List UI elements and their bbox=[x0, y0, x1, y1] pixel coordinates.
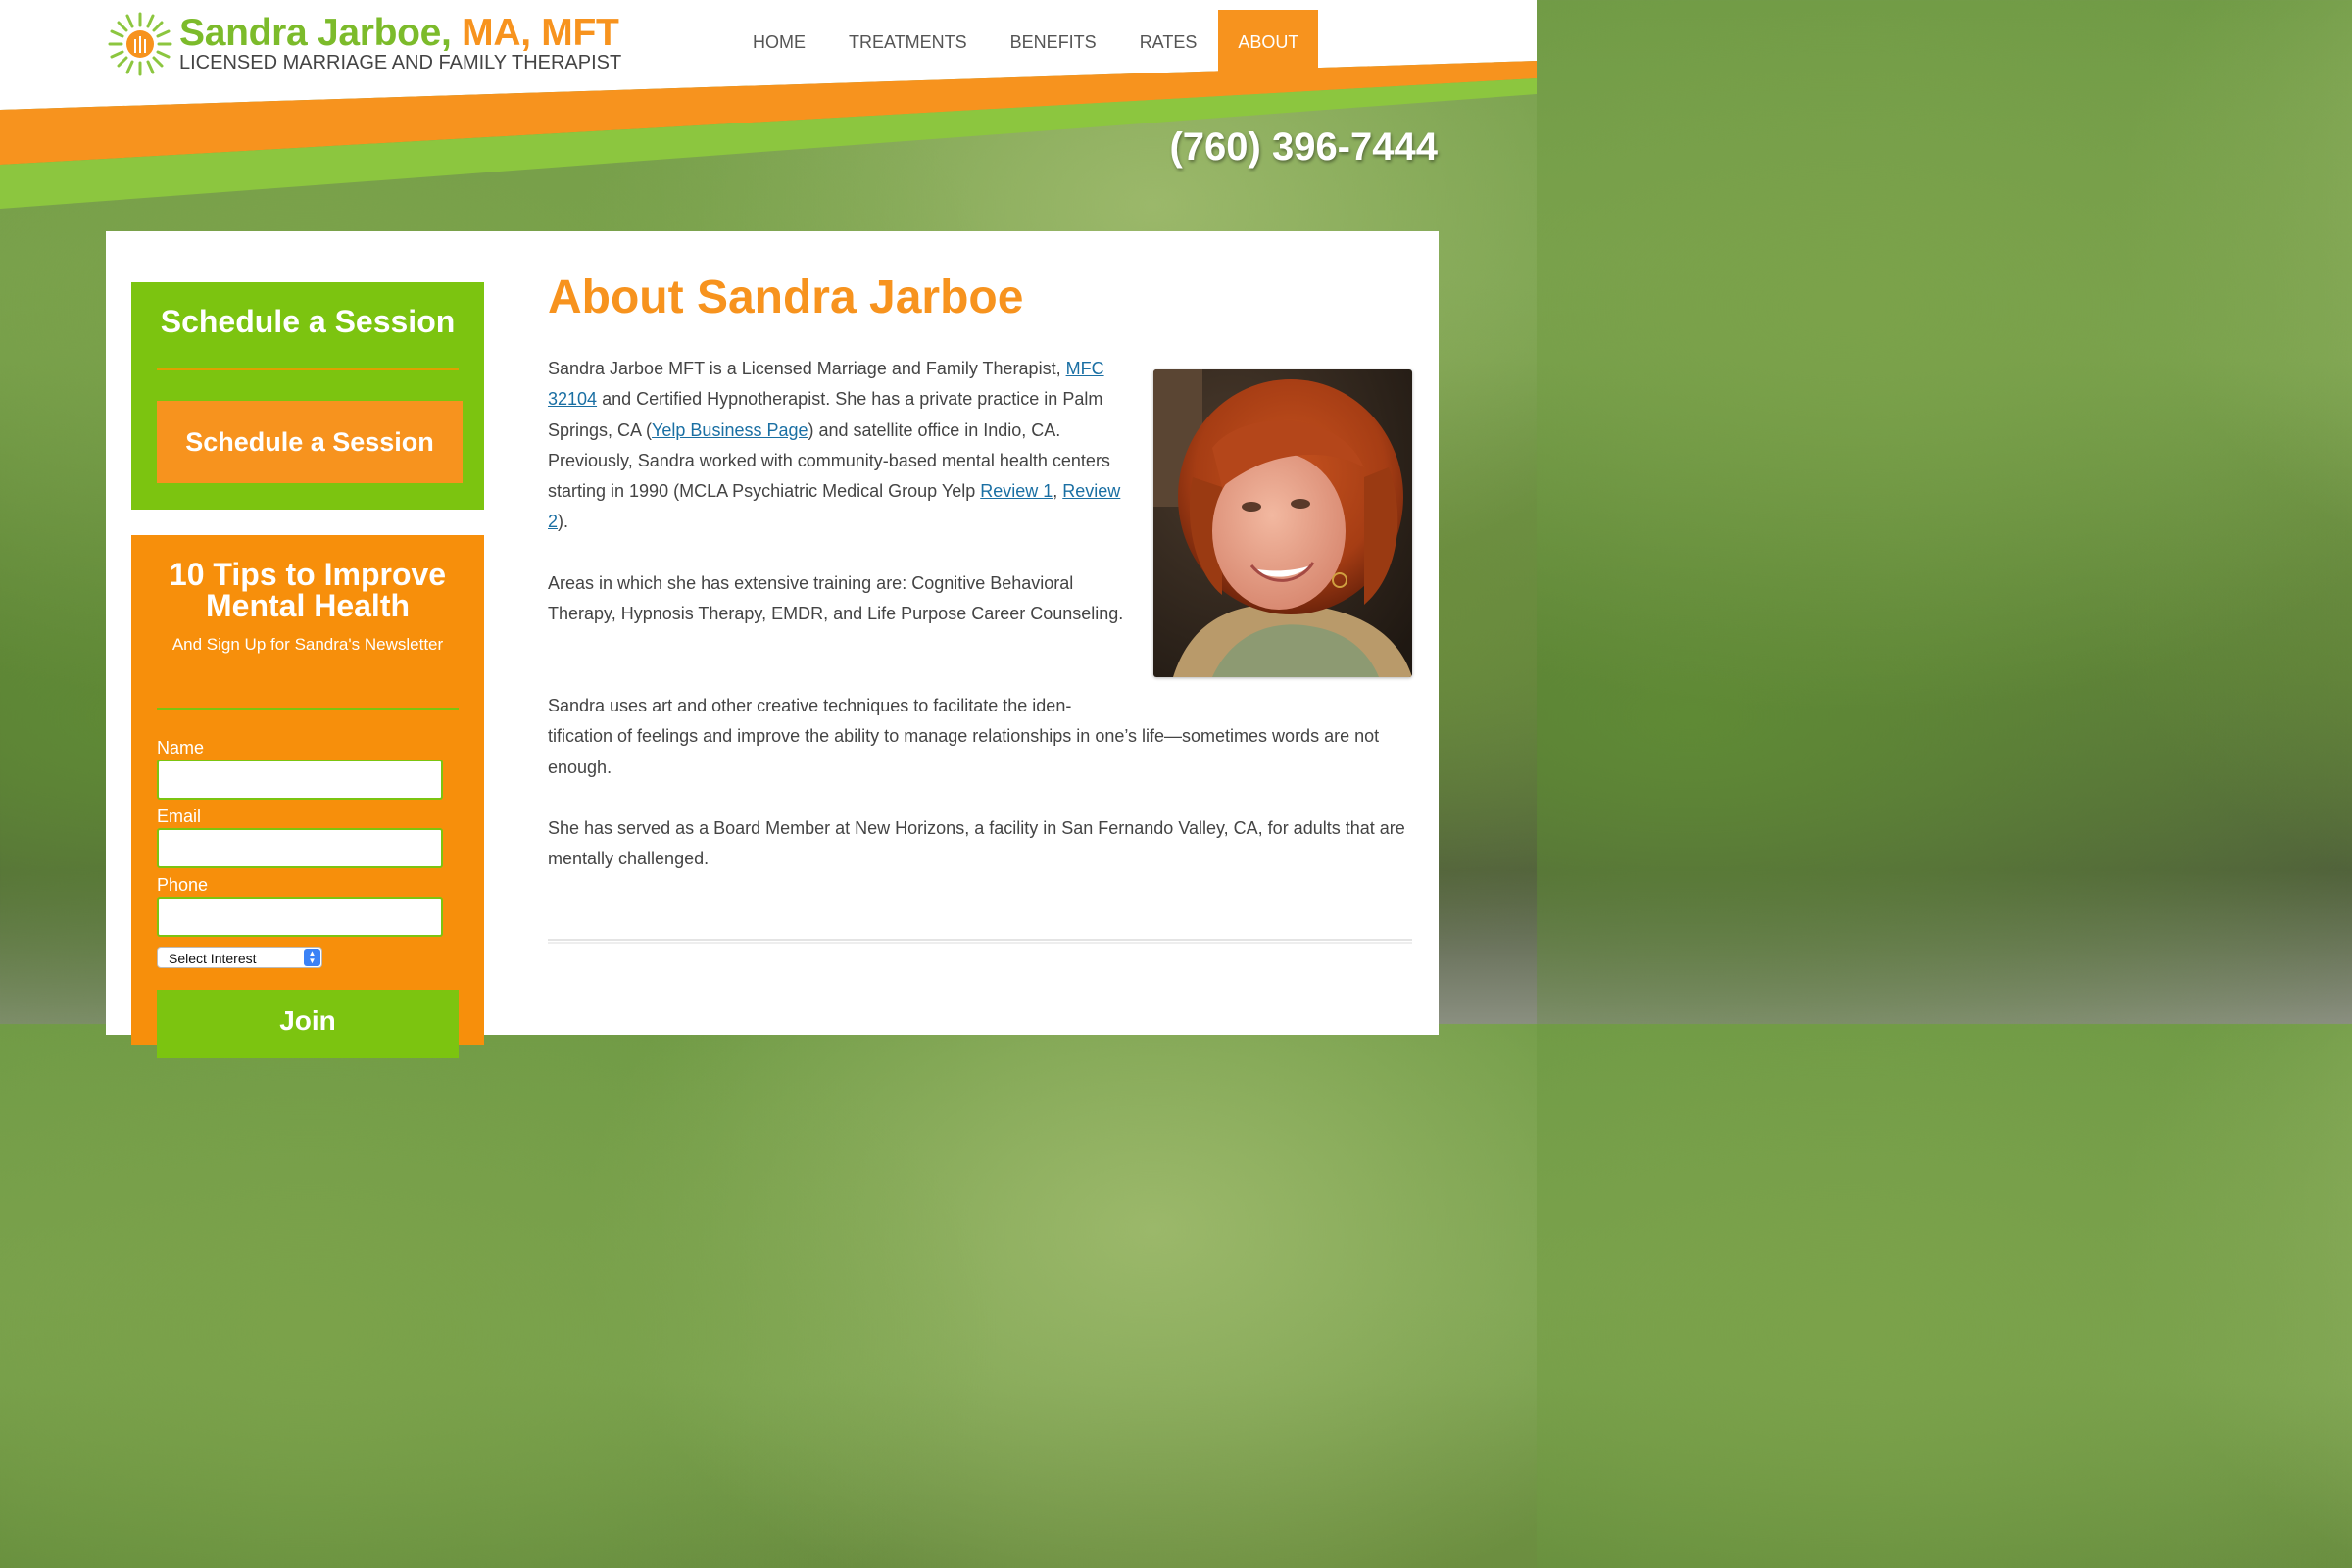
newsletter-title-line2: Mental Health bbox=[205, 588, 411, 623]
intro-text-5: ). bbox=[558, 512, 569, 532]
newsletter-widget: 10 Tips to Improve Mental Health And Sig… bbox=[131, 535, 484, 1058]
main-nav: HOME TREATMENTS BENEFITS RATES ABOUT bbox=[731, 10, 1319, 74]
art-paragraph: Sandra uses art and other creative techn… bbox=[548, 691, 1412, 783]
schedule-session-button[interactable]: Schedule a Session bbox=[157, 401, 463, 483]
logo-name: Sandra Jarboe, MA, MFT bbox=[179, 12, 619, 54]
content-card: Schedule a Session Schedule a Session 10… bbox=[106, 231, 1439, 1058]
newsletter-title: 10 Tips to Improve Mental Health bbox=[131, 559, 484, 621]
nav-treatments[interactable]: TREATMENTS bbox=[827, 10, 989, 74]
review-1-link[interactable]: Review 1 bbox=[980, 481, 1053, 501]
schedule-title: Schedule a Session bbox=[160, 304, 456, 339]
nav-benefits[interactable]: BENEFITS bbox=[989, 10, 1118, 74]
training-paragraph: Areas in which she has extensive trainin… bbox=[548, 573, 1124, 624]
nav-about[interactable]: ABOUT bbox=[1218, 10, 1319, 74]
sun-logo-icon bbox=[108, 12, 172, 76]
divider bbox=[157, 708, 459, 710]
intro-text-4: , bbox=[1053, 481, 1063, 502]
logo-subtitle: LICENSED MARRIAGE AND FAMILY THERAPIST bbox=[179, 52, 622, 74]
phone-label: Phone bbox=[157, 875, 209, 895]
intro-paragraph: Sandra Jarboe MFT is a Licensed Marriage… bbox=[548, 354, 1131, 538]
site-logo[interactable]: Sandra Jarboe, MA, MFT LICENSED MARRIAGE… bbox=[106, 10, 635, 78]
select-arrows-icon: ▲ ▼ bbox=[304, 949, 320, 966]
name-field[interactable] bbox=[157, 760, 443, 800]
board-paragraph: She has served as a Board Member at New … bbox=[548, 818, 1405, 869]
art-paragraph-rest: tification of feelings and improve the a… bbox=[548, 726, 1380, 777]
email-label: Email bbox=[157, 807, 202, 826]
intro-text-1: Sandra Jarboe MFT is a Licensed Marriage… bbox=[548, 359, 1066, 378]
page-title: About Sandra Jarboe bbox=[548, 271, 1024, 323]
email-field[interactable] bbox=[157, 828, 443, 868]
art-paragraph-line1: Sandra uses art and other creative techn… bbox=[548, 696, 1072, 715]
schedule-widget: Schedule a Session Schedule a Session bbox=[131, 282, 484, 510]
join-button[interactable]: Join bbox=[157, 990, 459, 1058]
nav-home[interactable]: HOME bbox=[731, 10, 827, 74]
interest-select-value: Select Interest bbox=[169, 951, 257, 966]
nav-rates[interactable]: RATES bbox=[1118, 10, 1219, 74]
interest-select[interactable]: Select Interest ▲ ▼ bbox=[157, 947, 322, 968]
phone-field[interactable] bbox=[157, 897, 443, 937]
divider bbox=[157, 368, 459, 370]
yelp-business-link[interactable]: Yelp Business Page bbox=[652, 420, 808, 440]
portrait-image bbox=[1153, 369, 1412, 677]
phone-number[interactable]: (760) 396-7444 bbox=[1169, 125, 1438, 170]
newsletter-subtitle: And Sign Up for Sandra's Newsletter bbox=[172, 635, 444, 654]
newsletter-title-line1: 10 Tips to Improve bbox=[169, 557, 447, 592]
portrait-photo bbox=[1153, 369, 1412, 677]
content-divider bbox=[548, 939, 1412, 944]
name-label: Name bbox=[157, 738, 205, 758]
